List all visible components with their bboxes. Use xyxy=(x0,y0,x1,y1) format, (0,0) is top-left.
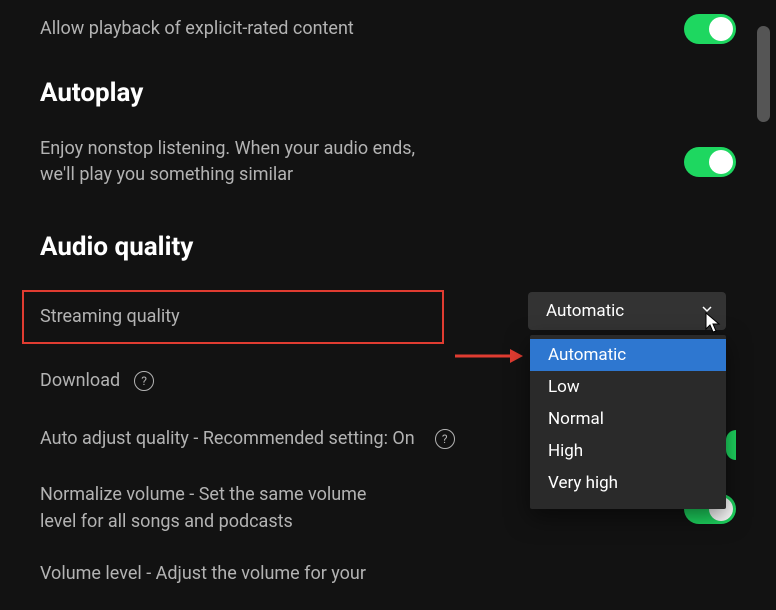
download-label: Download xyxy=(40,368,120,394)
audio-quality-heading: Audio quality xyxy=(40,232,736,262)
help-icon[interactable]: ? xyxy=(134,371,154,391)
dropdown-option-low[interactable]: Low xyxy=(530,371,726,403)
dropdown-option-high[interactable]: High xyxy=(530,435,726,467)
streaming-quality-label: Streaming quality xyxy=(40,304,420,330)
help-icon[interactable]: ? xyxy=(435,429,455,449)
streaming-quality-select[interactable]: Automatic xyxy=(528,292,726,330)
dropdown-option-very-high[interactable]: Very high xyxy=(530,467,726,499)
autoplay-description: Enjoy nonstop listening. When your audio… xyxy=(40,136,420,188)
scrollbar[interactable] xyxy=(757,26,770,122)
autoplay-heading: Autoplay xyxy=(40,78,736,108)
dropdown-option-automatic[interactable]: Automatic xyxy=(530,339,726,371)
streaming-quality-value: Automatic xyxy=(546,301,624,321)
auto-adjust-label: Auto adjust quality - Recommended settin… xyxy=(40,426,415,452)
explicit-label: Allow playback of explicit-rated content xyxy=(40,16,354,42)
streaming-quality-dropdown: Automatic Low Normal High Very high xyxy=(530,335,726,509)
explicit-toggle[interactable] xyxy=(684,14,736,44)
volume-level-label: Volume level - Adjust the volume for you… xyxy=(40,561,420,587)
streaming-quality-highlight: Streaming quality xyxy=(22,290,444,344)
annotation-arrow-icon xyxy=(455,346,525,370)
auto-adjust-toggle-partial[interactable] xyxy=(726,430,736,460)
mouse-cursor-icon xyxy=(705,312,723,338)
autoplay-toggle[interactable] xyxy=(684,147,736,177)
normalize-label: Normalize volume - Set the same volume l… xyxy=(40,482,400,534)
dropdown-option-normal[interactable]: Normal xyxy=(530,403,726,435)
